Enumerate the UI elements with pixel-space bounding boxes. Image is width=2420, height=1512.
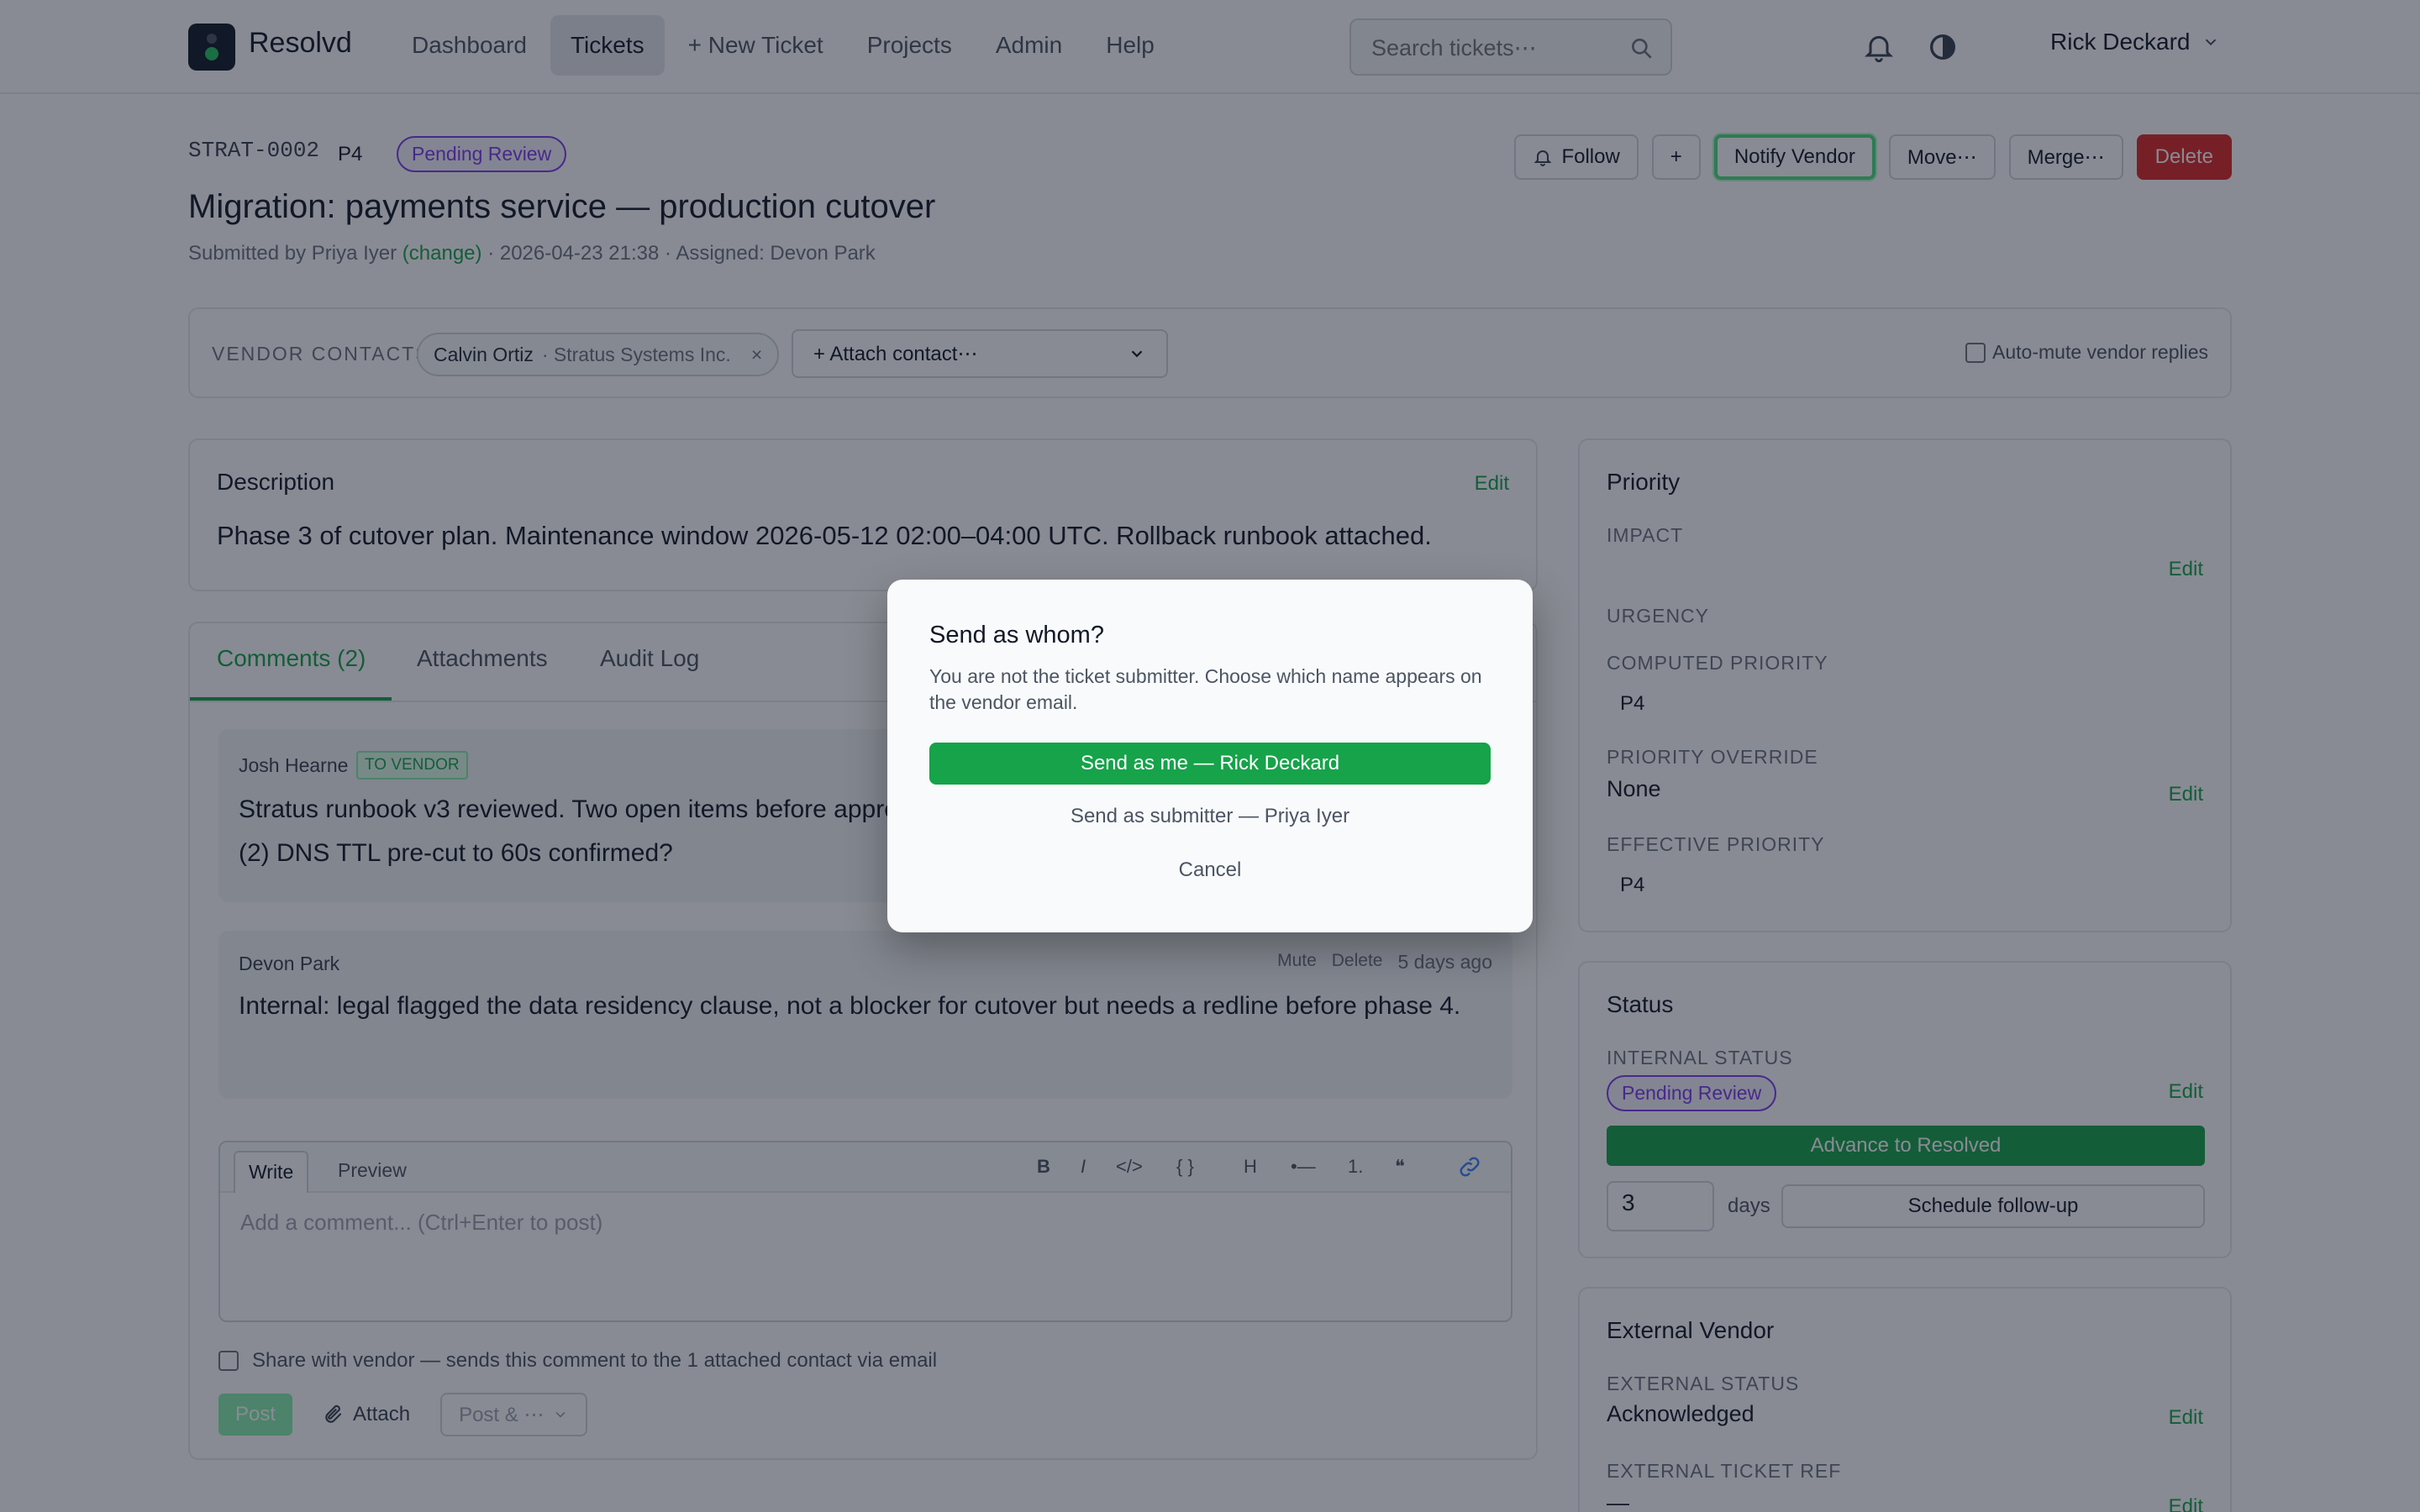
send-as-submitter-button[interactable]: Send as submitter — Priya Iyer <box>887 805 1533 828</box>
cancel-button[interactable]: Cancel <box>887 858 1533 882</box>
dialog-text: You are not the ticket submitter. Choose… <box>929 665 1482 713</box>
dialog-title: Send as whom? <box>929 622 1104 648</box>
send-as-me-button[interactable]: Send as me — Rick Deckard <box>929 743 1491 785</box>
send-as-dialog: Send as whom? You are not the ticket sub… <box>887 580 1533 932</box>
